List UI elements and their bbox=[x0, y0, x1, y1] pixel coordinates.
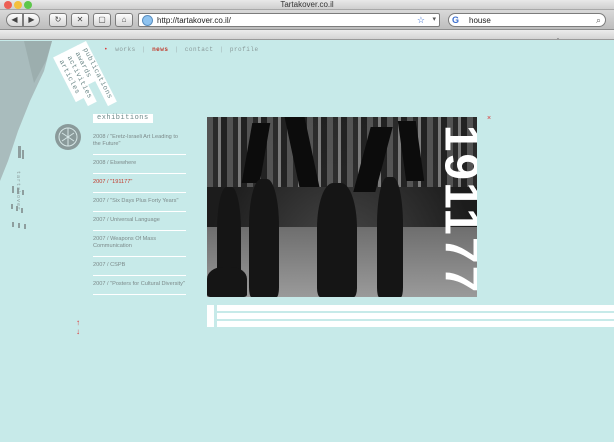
exhibition-item[interactable]: 2008 / "Eretz-Israeli Art Leading to the… bbox=[93, 129, 186, 155]
bookmarks-bar: Most Visited ▾ Getting Started Latest Head… bbox=[0, 30, 614, 40]
back-button[interactable]: ◀ bbox=[6, 13, 23, 27]
bookmark-item[interactable]: shual. bbox=[505, 37, 522, 39]
forward-icon: ▶ bbox=[28, 15, 35, 24]
forward-button[interactable]: ▶ bbox=[23, 13, 40, 27]
nav-news[interactable]: news bbox=[152, 46, 168, 53]
nav-profile[interactable]: profile bbox=[230, 46, 259, 53]
nav-contact[interactable]: contact bbox=[185, 46, 214, 53]
bookmark-item[interactable]: eBay bbox=[212, 37, 226, 39]
home-icon: ⌂ bbox=[121, 15, 127, 24]
exhibition-item[interactable]: 2008 / Elsewhere bbox=[93, 155, 186, 174]
exhibition-item[interactable]: 2007 / "Posters for Cultural Diversity" bbox=[93, 276, 186, 295]
exhibition-item[interactable]: 2007 / CSPB bbox=[93, 257, 186, 276]
scroll-up-icon[interactable]: ↑ bbox=[76, 318, 80, 327]
bookmark-item[interactable]: News ▾ bbox=[258, 37, 278, 39]
square-icon: ▢ bbox=[98, 15, 106, 24]
bookmark-item[interactable]: Most Visited ▾ bbox=[6, 37, 46, 39]
scroll-arrows: ↑ ↓ bbox=[76, 318, 80, 336]
bookmark-item[interactable]: Amazon bbox=[182, 37, 205, 39]
exhibition-item[interactable]: 2007 / Universal Language bbox=[93, 212, 186, 231]
nav-separator: | bbox=[141, 46, 146, 53]
main-nav: • works | news | contact | profile bbox=[104, 46, 259, 53]
bookmark-item[interactable]: Getting Started bbox=[52, 37, 95, 39]
nav-bullet-icon: • bbox=[104, 46, 109, 53]
home-button[interactable]: ⌂ bbox=[115, 13, 133, 27]
caption-stripe bbox=[217, 321, 614, 327]
scroll-down-icon[interactable]: ↓ bbox=[76, 327, 80, 336]
reload-button[interactable]: ↻ bbox=[49, 13, 67, 27]
bookmark-item[interactable]: allmusic bbox=[475, 37, 499, 39]
close-viewer-icon[interactable]: × bbox=[487, 115, 491, 122]
bookmark-item[interactable]: Yahoo! bbox=[232, 37, 252, 39]
logo-seal-icon[interactable] bbox=[54, 123, 82, 151]
search-icon[interactable]: ⌕ bbox=[596, 14, 601, 26]
bookmark-item[interactable]: Latest Headlines bbox=[101, 37, 149, 39]
caption-stripes bbox=[207, 305, 614, 329]
site-globe-icon bbox=[142, 15, 153, 26]
caption-tab bbox=[207, 305, 214, 327]
bookmark-item[interactable]: מילון מורפיקס bbox=[529, 37, 567, 39]
stop-icon: ✕ bbox=[76, 15, 84, 24]
reload-icon: ↻ bbox=[54, 15, 62, 24]
search-input[interactable]: house bbox=[469, 15, 491, 26]
nav-works[interactable]: works bbox=[115, 46, 136, 53]
address-bar[interactable]: http://tartakover.co.il/ ☆ ▾ bbox=[138, 13, 440, 27]
bookmark-item[interactable]: Spin bbox=[424, 37, 437, 39]
window-titlebar: Tartakover.co.il bbox=[0, 0, 614, 10]
bookmark-item[interactable]: Amazon bbox=[395, 37, 418, 39]
exhibitions-list: 2008 / "Eretz-Israeli Art Leading to the… bbox=[93, 129, 186, 295]
caption-stripe bbox=[217, 313, 614, 319]
decorative-strokes bbox=[11, 146, 26, 229]
bookmark-item[interactable]: Apple ▾ bbox=[155, 37, 176, 39]
back-icon: ◀ bbox=[11, 15, 18, 24]
search-bar[interactable]: G house ⌕ bbox=[448, 13, 606, 27]
browser-toolbar: ◀ ▶ ↻ ✕ ▢ ⌂ http://tartakover.co.il/ ☆ ▾… bbox=[0, 10, 614, 30]
bookmark-item[interactable]: Pitchfork bbox=[443, 37, 469, 39]
bookmark-item[interactable]: .Mac bbox=[376, 37, 389, 39]
side-vertical-text: tartakover bbox=[15, 171, 21, 212]
window-title: Tartakover.co.il bbox=[280, 0, 334, 9]
caption-stripe bbox=[217, 305, 614, 311]
section-label-exhibitions[interactable]: exhibitions bbox=[93, 114, 153, 123]
page-content: tartakover • works | news | contact | pr… bbox=[0, 41, 614, 442]
history-dropdown-icon[interactable]: ▾ bbox=[432, 14, 436, 26]
bookmark-item[interactable]: Thank bbox=[352, 37, 370, 39]
bookmark-item[interactable]: Downloads – Versio... bbox=[284, 37, 346, 39]
nav-separator: | bbox=[174, 46, 179, 53]
nav-separator: | bbox=[219, 46, 224, 53]
exhibition-item[interactable]: 2007 / "Six Days Plus Forty Years" bbox=[93, 193, 186, 212]
google-search-icon[interactable]: G bbox=[452, 14, 459, 26]
stop-button[interactable]: ✕ bbox=[71, 13, 89, 27]
exhibition-photo: 191177 bbox=[207, 117, 477, 297]
bookmark-star-icon[interactable]: ☆ bbox=[417, 14, 425, 26]
address-input[interactable]: http://tartakover.co.il/ bbox=[157, 15, 231, 26]
viewer-title-text: 191177 bbox=[434, 124, 478, 294]
exhibition-item[interactable]: 2007 / Weapons Of Mass Communication bbox=[93, 231, 186, 257]
exhibition-item[interactable]: 2007 / "191177" bbox=[93, 174, 186, 193]
bookmark-toolbar-button[interactable]: ▢ bbox=[93, 13, 111, 27]
